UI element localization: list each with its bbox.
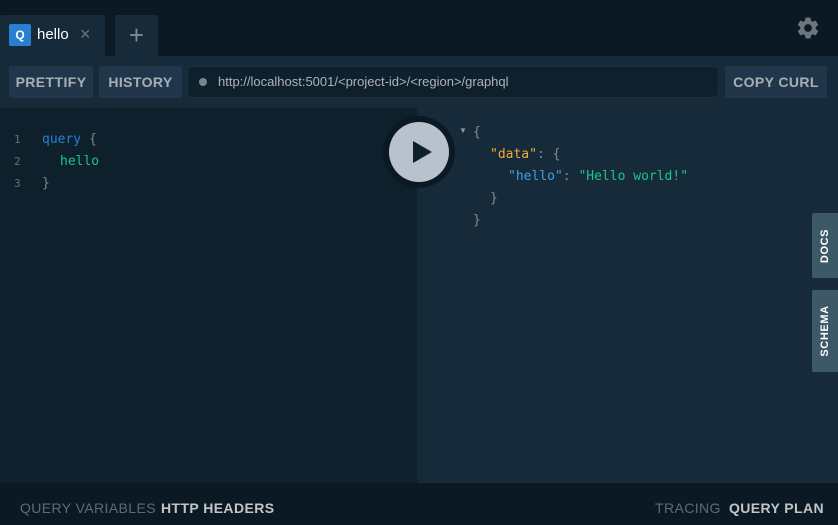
- docs-tab[interactable]: DOCS: [812, 213, 838, 278]
- query-keyword: query: [42, 132, 82, 147]
- line-number: 1: [14, 133, 21, 146]
- query-plan-tab[interactable]: QUERY PLAN: [729, 500, 824, 516]
- result-line: "data": {: [490, 147, 561, 162]
- json-key-hello: "hello": [508, 169, 563, 184]
- endpoint-url-text: http://localhost:5001/<project-id>/<regi…: [218, 74, 509, 89]
- line-number: 3: [14, 177, 21, 190]
- result-pane: ▼ { "data": { "hello": "Hello world!" } …: [417, 108, 838, 483]
- tab-bar: Q hello × +: [0, 0, 838, 56]
- line-number: 2: [14, 155, 21, 168]
- open-brace: {: [88, 132, 97, 147]
- copy-curl-button[interactable]: COPY CURL: [725, 66, 827, 98]
- query-variables-tab[interactable]: QUERY VARIABLES: [20, 500, 156, 516]
- schema-tab-label: SCHEMA: [819, 305, 831, 357]
- result-line: }: [473, 213, 481, 228]
- result-line: }: [490, 191, 498, 206]
- docs-tab-label: DOCS: [819, 228, 831, 263]
- bottom-bar: QUERY VARIABLES HTTP HEADERS TRACING QUE…: [0, 483, 838, 525]
- tab-title: hello: [37, 26, 69, 43]
- tab-hello[interactable]: Q hello ×: [0, 15, 105, 56]
- execute-query-button[interactable]: [383, 116, 455, 188]
- query-field: hello: [60, 154, 100, 169]
- tracing-tab[interactable]: TRACING: [655, 500, 721, 516]
- result-line: "hello": "Hello world!": [508, 169, 689, 184]
- toolbar: PRETTIFY HISTORY http://localhost:5001/<…: [0, 56, 838, 108]
- query-badge-icon: Q: [9, 24, 31, 46]
- fold-toggle-icon[interactable]: ▼: [459, 126, 467, 135]
- play-icon: [413, 141, 432, 163]
- status-dot-icon: [199, 78, 207, 86]
- endpoint-url-input[interactable]: http://localhost:5001/<project-id>/<regi…: [187, 66, 719, 98]
- add-tab-button[interactable]: +: [115, 15, 158, 56]
- close-brace: }: [42, 176, 50, 191]
- schema-tab[interactable]: SCHEMA: [812, 290, 838, 372]
- json-key-data: "data": [490, 147, 537, 162]
- history-button[interactable]: HISTORY: [99, 66, 182, 98]
- settings-gear-icon[interactable]: [795, 15, 821, 41]
- close-icon[interactable]: ×: [80, 25, 91, 43]
- prettify-button[interactable]: PRETTIFY: [9, 66, 93, 98]
- json-value-hello: "Hello world!": [578, 169, 689, 184]
- result-line: {: [473, 125, 481, 140]
- http-headers-tab[interactable]: HTTP HEADERS: [161, 500, 274, 516]
- query-editor[interactable]: 1 query { 2 hello 3 }: [0, 108, 417, 483]
